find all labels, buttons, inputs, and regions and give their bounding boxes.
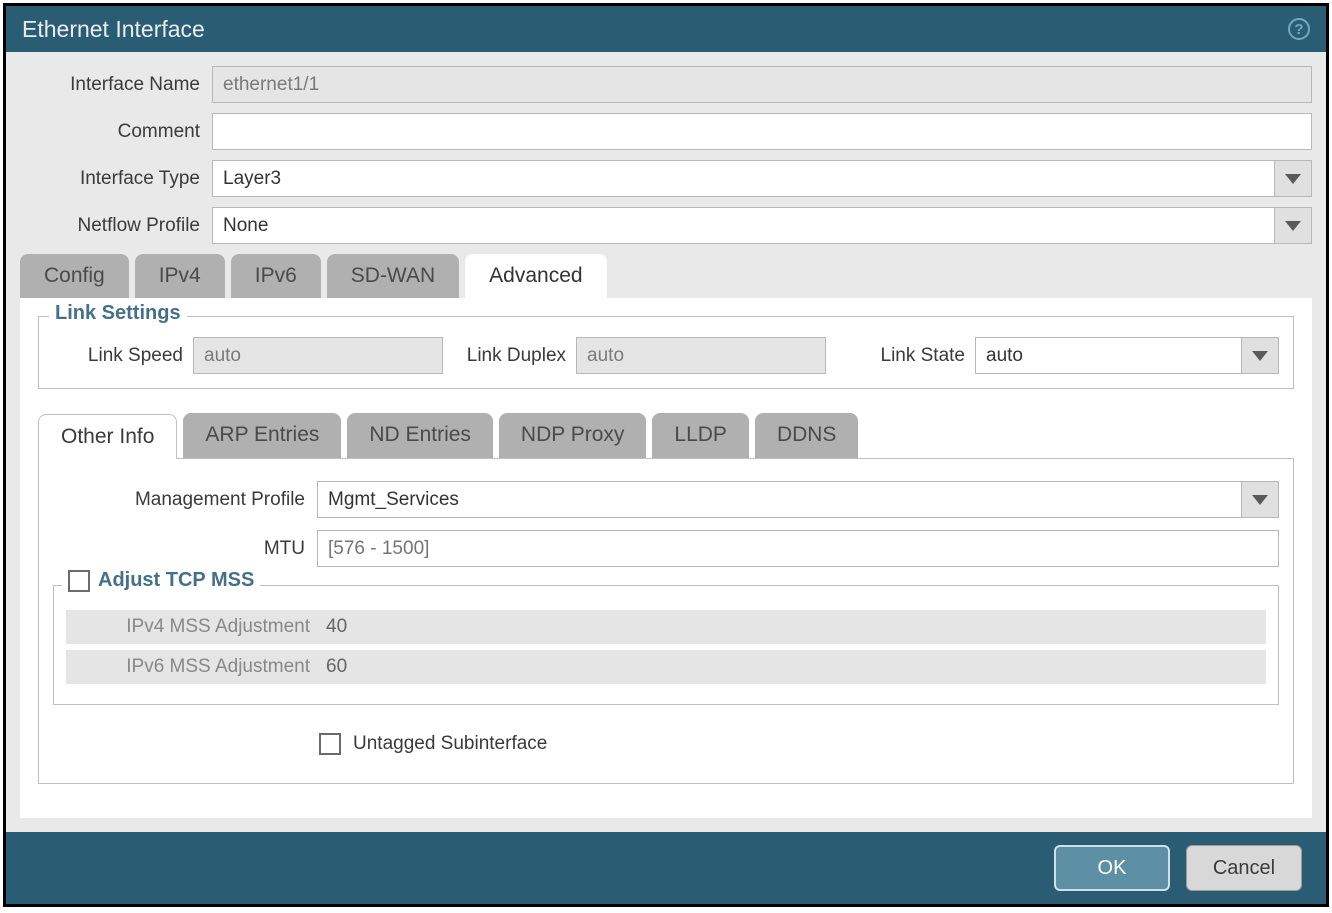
tab-ipv6[interactable]: IPv6 [231,254,321,298]
subtab-ndp-proxy[interactable]: NDP Proxy [499,413,646,458]
row-comment: Comment [20,113,1312,150]
management-profile-value[interactable] [317,481,1241,518]
adjust-tcp-mss-checkbox[interactable] [68,570,90,592]
label-untagged-subinterface: Untagged Subinterface [353,733,547,755]
netflow-profile-select[interactable] [212,207,1312,244]
label-link-duplex: Link Duplex [467,345,566,367]
dialog-titlebar: Ethernet Interface ? [6,6,1326,52]
label-netflow-profile: Netflow Profile [20,215,200,237]
row-interface-name: Interface Name [20,66,1312,103]
link-settings-row: Link Speed Link Duplex Link State [53,337,1279,374]
link-speed-input [193,337,443,374]
row-netflow-profile: Netflow Profile [20,207,1312,244]
tab-config[interactable]: Config [20,254,129,298]
subtab-nd-entries[interactable]: ND Entries [347,413,493,458]
chevron-down-icon[interactable] [1241,337,1279,374]
subtab-other-info[interactable]: Other Info [38,414,177,459]
top-fields: Interface Name Comment Interface Type Ne… [6,52,1326,254]
link-state-select[interactable] [975,337,1279,374]
tab-advanced[interactable]: Advanced [465,254,606,298]
untagged-subinterface-checkbox[interactable] [319,733,341,755]
row-ipv4-mss: IPv4 MSS Adjustment 40 [66,610,1266,644]
chevron-down-icon[interactable] [1274,160,1312,197]
row-ipv6-mss: IPv6 MSS Adjustment 60 [66,650,1266,684]
value-ipv6-mss: 60 [322,656,1260,678]
subtab-lldp[interactable]: LLDP [652,413,749,458]
management-profile-select[interactable] [317,481,1279,518]
link-duplex-input [576,337,826,374]
tab-sdwan[interactable]: SD-WAN [327,254,459,298]
mtu-input[interactable] [317,530,1279,567]
label-comment: Comment [20,121,200,143]
dialog-title: Ethernet Interface [22,16,205,43]
link-state-value[interactable] [975,337,1241,374]
ok-button[interactable]: OK [1054,845,1170,891]
link-duplex-group: Link Duplex [467,337,863,374]
row-mtu: MTU [53,530,1279,567]
row-management-profile: Management Profile [53,481,1279,518]
label-ipv4-mss: IPv4 MSS Adjustment [72,616,310,638]
legend-link-settings: Link Settings [49,302,187,325]
tab-ipv4[interactable]: IPv4 [135,254,225,298]
link-state-group: Link State [881,337,1280,374]
cancel-button[interactable]: Cancel [1186,845,1302,891]
subtab-ddns[interactable]: DDNS [755,413,859,458]
label-ipv6-mss: IPv6 MSS Adjustment [72,656,310,678]
chevron-down-icon[interactable] [1274,207,1312,244]
interface-name-input [212,66,1312,103]
row-untagged-subinterface: Untagged Subinterface [319,733,1279,755]
comment-input[interactable] [212,113,1312,150]
sub-tabs: Other Info ARP Entries ND Entries NDP Pr… [38,413,1294,458]
netflow-profile-value[interactable] [212,207,1274,244]
label-management-profile: Management Profile [53,489,305,511]
value-ipv4-mss: 40 [322,616,1260,638]
label-interface-type: Interface Type [20,168,200,190]
tab-content-advanced: Link Settings Link Speed Link Duplex Lin… [20,298,1312,818]
link-speed-group: Link Speed [53,337,449,374]
chevron-down-icon[interactable] [1241,481,1279,518]
subtab-arp-entries[interactable]: ARP Entries [183,413,341,458]
interface-type-select[interactable] [212,160,1312,197]
ethernet-interface-dialog: Ethernet Interface ? Interface Name Comm… [3,3,1329,907]
label-interface-name: Interface Name [20,74,200,96]
row-interface-type: Interface Type [20,160,1312,197]
label-link-speed: Link Speed [53,345,183,367]
main-tabs: Config IPv4 IPv6 SD-WAN Advanced [6,254,1326,298]
legend-adjust-tcp-mss: Adjust TCP MSS [62,569,260,592]
label-adjust-tcp-mss: Adjust TCP MSS [98,569,254,592]
dialog-body: Interface Name Comment Interface Type Ne… [6,52,1326,832]
label-link-state: Link State [881,345,966,367]
interface-type-value[interactable] [212,160,1274,197]
label-mtu: MTU [53,538,305,560]
fieldset-link-settings: Link Settings Link Speed Link Duplex Lin… [38,316,1294,389]
dialog-footer: OK Cancel [6,832,1326,904]
fieldset-adjust-tcp-mss: Adjust TCP MSS IPv4 MSS Adjustment 40 IP… [53,585,1279,705]
help-icon[interactable]: ? [1288,18,1310,40]
subtab-content-other-info: Management Profile MTU Adjust [38,458,1294,784]
